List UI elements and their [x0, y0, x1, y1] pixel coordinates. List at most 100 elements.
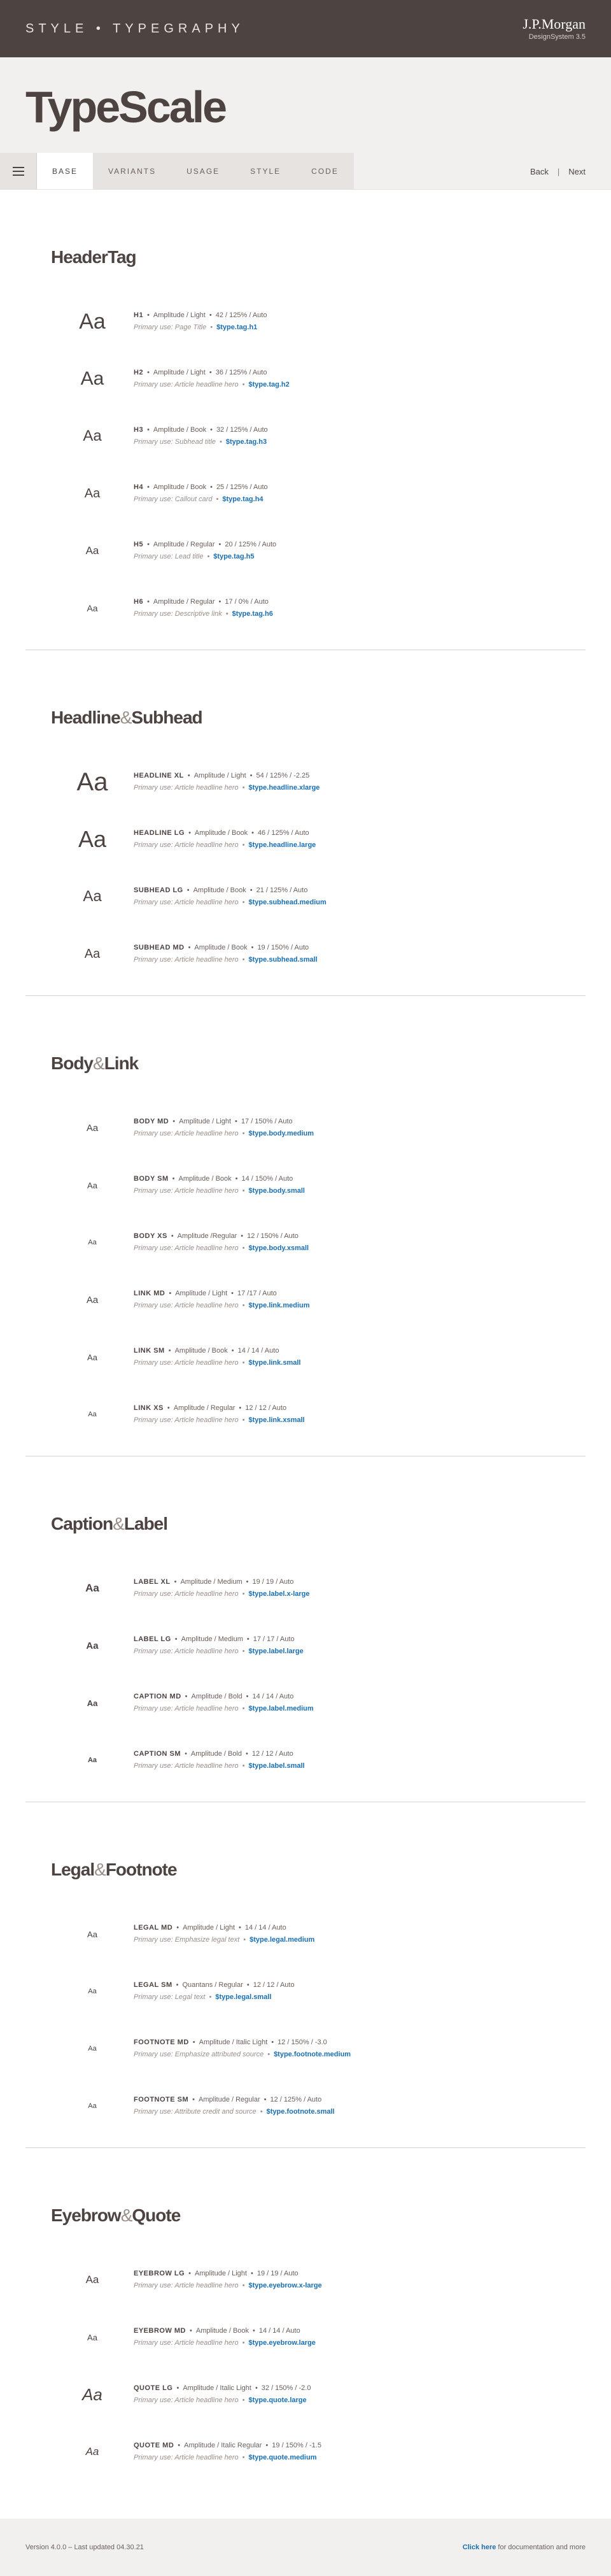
type-spec-line: H1 • Amplitude / Light • 42 / 125% / Auto [134, 310, 267, 321]
section-title-secondary: Quote [132, 2205, 181, 2225]
font-metrics: 12 / 125% / Auto [270, 2096, 322, 2103]
style-token[interactable]: $type.quote.medium [249, 2454, 317, 2461]
back-link[interactable]: Back [530, 167, 549, 176]
bullet-separator: • [174, 1578, 177, 1586]
type-spec-line: FOOTNOTE MD • Amplitude / Italic Light • 12 … [134, 2037, 351, 2048]
bullet-separator: • [167, 1404, 170, 1412]
style-name: EYEBROW MD [134, 2327, 186, 2335]
bullet-separator: • [172, 1118, 176, 1125]
style-name: LABEL LG [134, 1635, 171, 1643]
style-token[interactable]: $type.tag.h4 [222, 495, 263, 503]
font-metrics: 17 / 150% / Auto [241, 1118, 293, 1125]
hero: TypeScale [0, 57, 611, 153]
style-token[interactable]: $type.body.small [249, 1187, 305, 1195]
type-spec: H6 • Amplitude / Regular • 17 / 0% / Auto Pr… [134, 596, 273, 620]
style-name: FOOTNOTE MD [134, 2039, 189, 2046]
font-metrics: 19 / 19 / Auto [252, 1578, 294, 1586]
type-spec-line: CAPTION MD • Amplitude / Bold • 14 / 14 / Au… [134, 1691, 314, 1702]
tab-style[interactable]: STYLE [235, 153, 296, 189]
type-sample: Aa [78, 826, 107, 852]
style-token[interactable]: $type.eyebrow.x-large [249, 2282, 322, 2289]
docs-link[interactable]: Click here [463, 2544, 496, 2551]
style-token[interactable]: $type.eyebrow.large [249, 2339, 316, 2347]
bullet-separator: • [242, 1590, 245, 1598]
bullet-separator: • [218, 541, 221, 548]
type-usage-line: Primary use: Article headline hero • $type… [134, 2394, 311, 2407]
font-spec: Amplitude / Regular [199, 2096, 260, 2103]
style-token[interactable]: $type.body.xsmall [249, 1244, 309, 1252]
style-token[interactable]: $type.link.small [249, 1359, 301, 1367]
font-spec: Amplitude / Book [195, 2327, 249, 2335]
brand-logo[interactable]: J.P.Morgan DesignSystem 3.5 [523, 17, 586, 41]
style-token[interactable]: $type.label.small [249, 1762, 305, 1770]
type-sample: Aa [87, 2332, 97, 2342]
type-section: Eyebrow&Quote Aa EYEBROW LG • Amplitude / … [25, 2148, 586, 2493]
bullet-separator: • [235, 1175, 238, 1183]
font-metrics: 21 / 125% / Auto [256, 886, 308, 894]
next-link[interactable]: Next [568, 167, 586, 176]
type-section: Body&Link Aa BODY MD • Amplitude / Light • 1… [25, 996, 586, 1456]
style-token[interactable]: $type.headline.large [249, 841, 316, 849]
bullet-separator: • [249, 886, 253, 894]
bullet-separator: • [251, 944, 254, 951]
style-token[interactable]: $type.tag.h1 [216, 324, 257, 331]
type-style-row: Aa LINK SM • Amplitude / Book • 14 / 14 / Au… [25, 1328, 586, 1386]
top-bar: STYLE • TYPEGRAPHY J.P.Morgan DesignSyst… [0, 0, 611, 57]
style-token[interactable]: $type.legal.small [215, 1993, 271, 2001]
style-token[interactable]: $type.subhead.small [249, 956, 318, 964]
bullet-separator: • [147, 541, 150, 548]
style-name: CAPTION SM [134, 1750, 181, 1758]
primary-use: Primary use: Article headline hero [134, 1762, 239, 1770]
font-metrics: 12 / 150% / -3.0 [277, 2039, 327, 2046]
style-token[interactable]: $type.body.medium [249, 1130, 314, 1137]
menu-icon[interactable] [0, 153, 37, 189]
section-title-secondary: Label [123, 1514, 168, 1534]
bullet-separator: • [242, 1647, 245, 1655]
font-metrics: 19 / 150% / Auto [257, 944, 309, 951]
style-token[interactable]: $type.headline.xlarge [249, 784, 320, 792]
tab-usage[interactable]: USAGE [171, 153, 235, 189]
style-token[interactable]: $type.tag.h6 [232, 610, 273, 618]
type-sample: Aa [87, 603, 98, 613]
tab-variants[interactable]: VARIANTS [93, 153, 171, 189]
bullet-separator: • [239, 1924, 241, 1932]
bullet-separator: • [188, 944, 191, 951]
footer-docs: Click here for documentation and more [463, 2544, 586, 2551]
tab-code[interactable]: CODE [296, 153, 354, 189]
type-usage-line: Primary use: Emphasize legal text • $type.… [134, 1933, 314, 1946]
style-token[interactable]: $type.legal.medium [249, 1936, 314, 1944]
font-metrics: 17 / 17 / Auto [253, 1635, 295, 1643]
bullet-separator: • [169, 1290, 172, 1297]
style-token[interactable]: $type.tag.h2 [249, 381, 290, 388]
style-token[interactable]: $type.label.x-large [249, 1590, 310, 1598]
font-metrics: 42 / 125% / Auto [215, 311, 267, 319]
type-spec: FOOTNOTE MD • Amplitude / Italic Light • 12 … [134, 2037, 351, 2061]
font-spec: Amplitude / Light [195, 2270, 247, 2277]
type-style-row: Aa SUBHEAD MD • Amplitude / Book • 19 / 150%… [25, 925, 586, 983]
font-metrics: 32 / 150% / -2.0 [261, 2384, 311, 2392]
type-spec: QUOTE LG • Amplitude / Italic Light • 32 / 1… [134, 2382, 311, 2407]
type-spec-line: CAPTION SM • Amplitude / Bold • 12 / 12 / Au… [134, 1748, 305, 1760]
font-metrics: 46 / 125% / Auto [257, 829, 309, 837]
style-token[interactable]: $type.quote.large [249, 2396, 307, 2404]
type-style-row: Aa LINK XS • Amplitude / Regular • 12 / 12 /… [25, 1386, 586, 1443]
style-token[interactable]: $type.link.xsmall [249, 1416, 305, 1424]
tab-base[interactable]: BASE [37, 153, 94, 189]
style-token[interactable]: $type.label.medium [249, 1705, 314, 1712]
type-usage-line: Primary use: Article headline hero • $type… [134, 1414, 305, 1427]
section-title-primary: Eyebrow [51, 2205, 122, 2225]
type-usage-line: Primary use: Article headline hero • $type… [134, 378, 290, 391]
style-token[interactable]: $type.label.large [249, 1647, 304, 1655]
style-token[interactable]: $type.link.medium [249, 1302, 310, 1309]
style-token[interactable]: $type.tag.h3 [226, 438, 267, 446]
bullet-separator: • [210, 483, 213, 491]
font-metrics: 12 / 12 / Auto [253, 1981, 295, 1989]
type-spec-line: LABEL LG • Amplitude / Medium • 17 / 17 / Au… [134, 1633, 304, 1645]
type-spec: LEGAL MD • Amplitude / Light • 14 / 14 / Aut… [134, 1922, 314, 1946]
style-token[interactable]: $type.footnote.medium [274, 2051, 351, 2058]
style-name: H4 [134, 483, 144, 491]
type-usage-line: Primary use: Article headline hero • $type… [134, 1588, 310, 1600]
style-token[interactable]: $type.tag.h5 [213, 553, 254, 560]
style-token[interactable]: $type.subhead.medium [249, 899, 327, 906]
style-token[interactable]: $type.footnote.small [267, 2108, 335, 2116]
